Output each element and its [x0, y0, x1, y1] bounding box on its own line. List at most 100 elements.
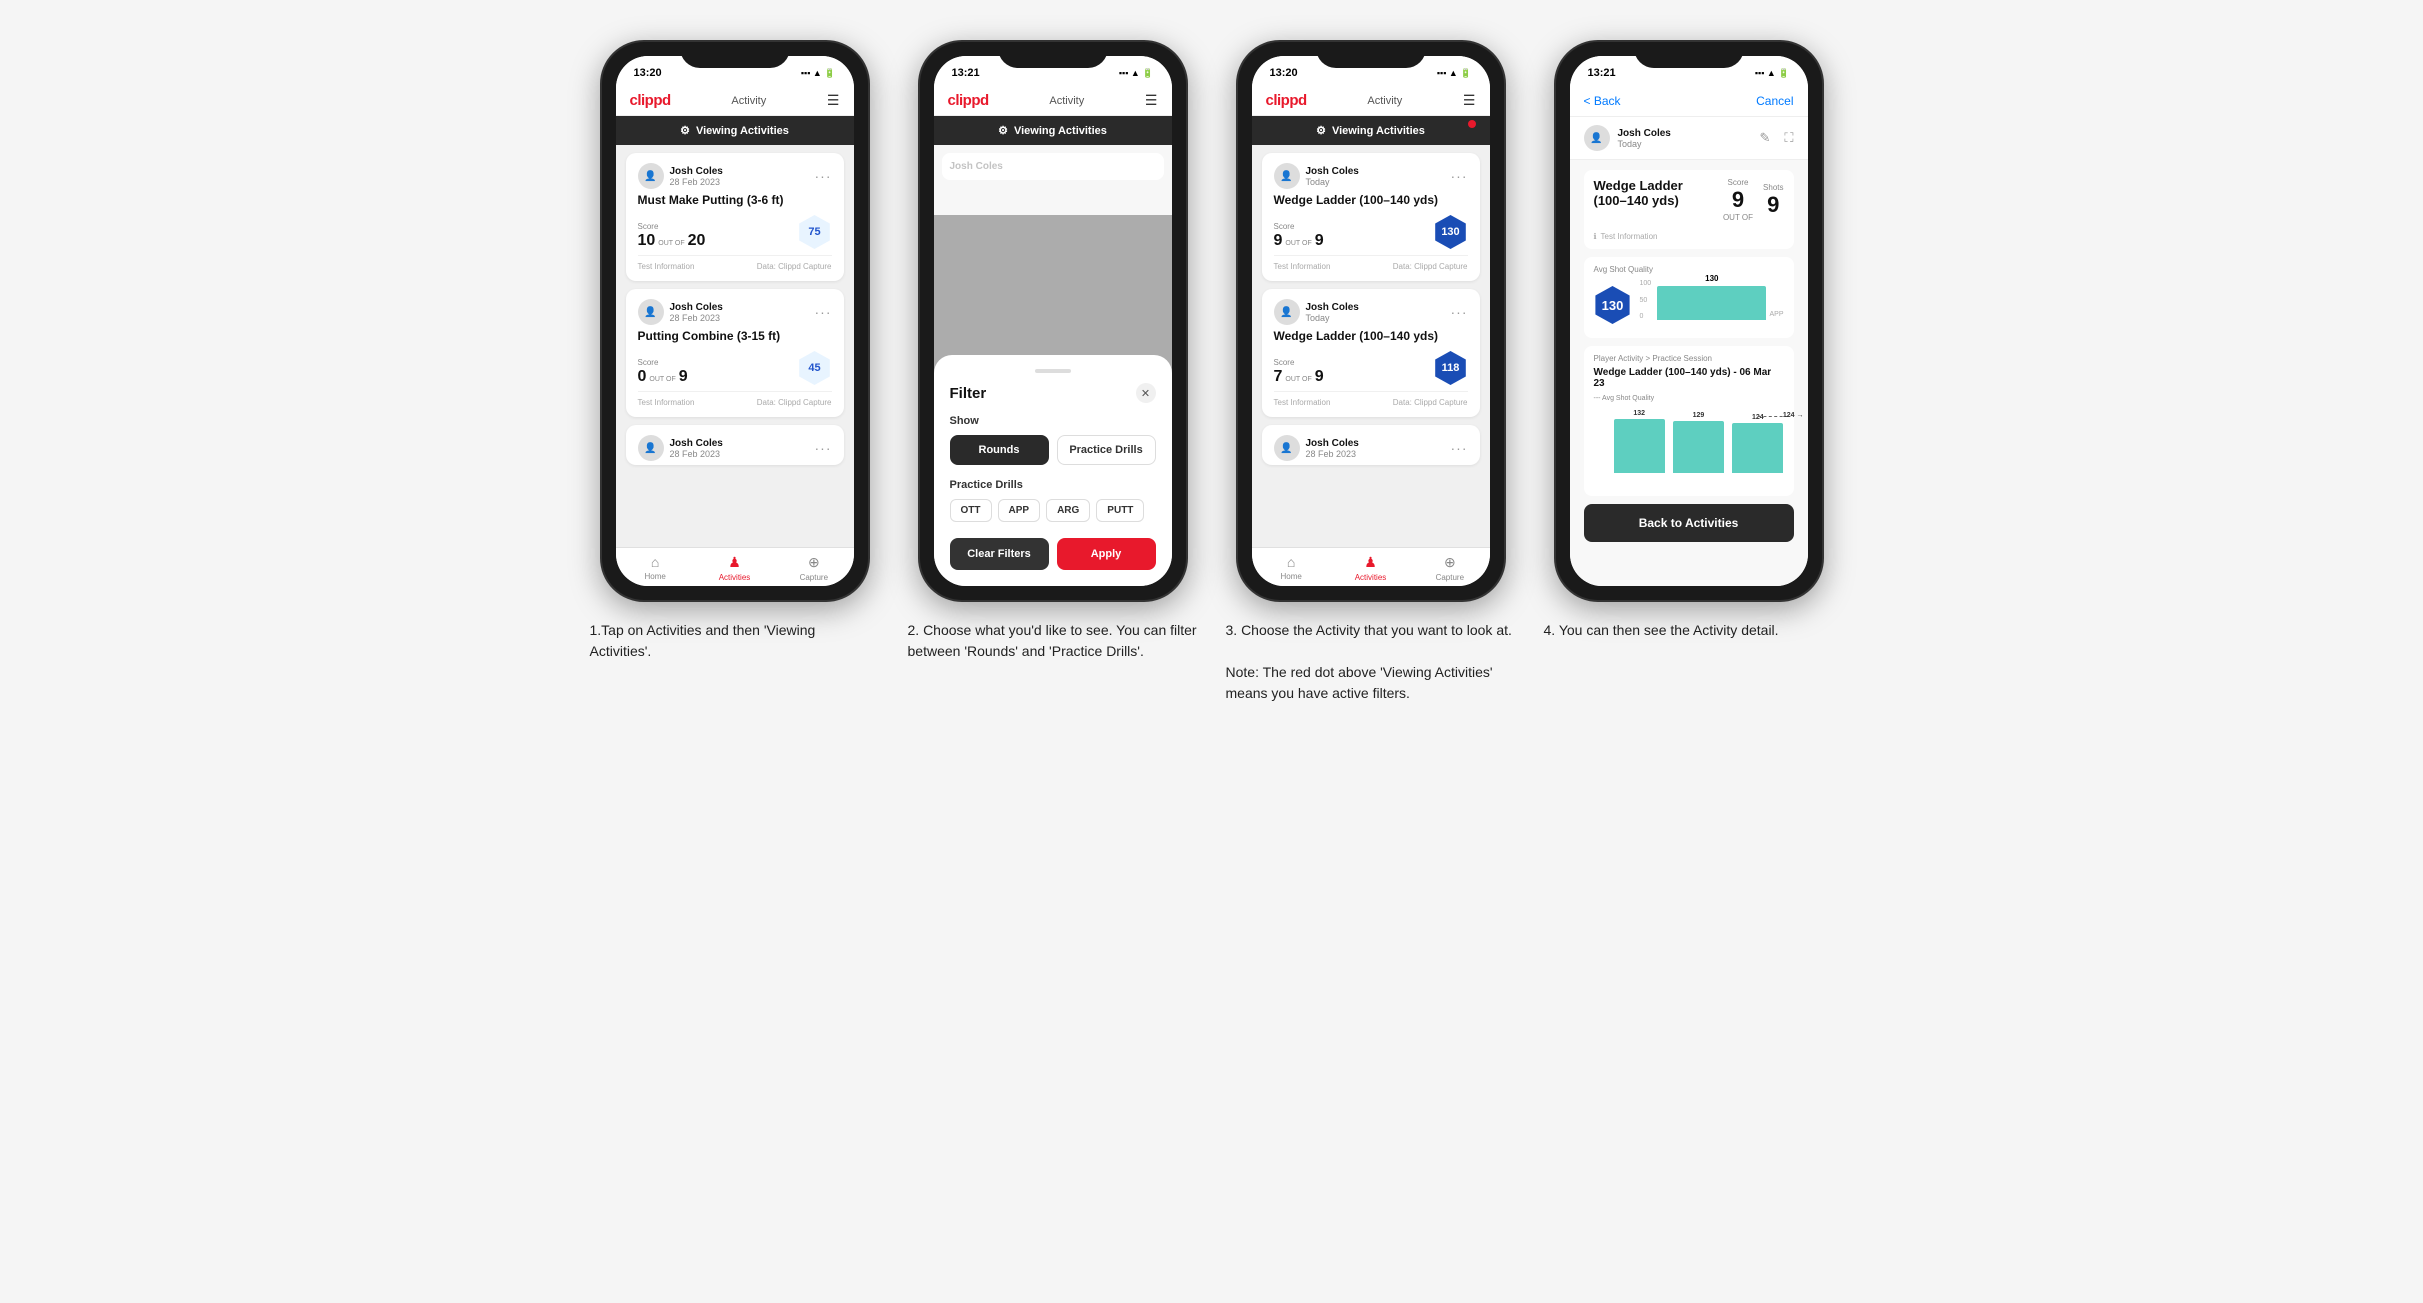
card-header-1-3: 👤 Josh Coles 28 Feb 2023 ···	[638, 435, 832, 461]
practice-drills-button[interactable]: Practice Drills	[1057, 435, 1156, 465]
filter-banner-3[interactable]: ⚙ Viewing Activities	[1252, 116, 1490, 145]
detail-user-date: Today	[1618, 139, 1752, 149]
nav-home-1[interactable]: ⌂ Home	[616, 554, 695, 582]
card-stats-1-2: Score 0 OUT OF 9 45	[638, 351, 832, 385]
aq-label: Avg Shot Quality	[1594, 265, 1784, 274]
caption-3: 3. Choose the Activity that you want to …	[1226, 620, 1516, 704]
aq-row: 130 100 50 0 130	[1594, 280, 1784, 330]
card-user-date-1-2: 28 Feb 2023	[670, 313, 815, 323]
hamburger-icon-3[interactable]: ☰	[1463, 92, 1476, 109]
aq-chart: 100 50 0 130 APP	[1640, 280, 1784, 330]
card-header-1-1: 👤 Josh Coles 28 Feb 2023 ···	[638, 163, 832, 189]
nav-capture-3[interactable]: ⊕ Capture	[1410, 554, 1489, 582]
hamburger-icon-1[interactable]: ☰	[827, 92, 840, 109]
phone-notch-1	[680, 42, 790, 68]
card-user-name-3-1: Josh Coles	[1306, 166, 1451, 177]
modal-actions: Clear Filters Apply	[950, 538, 1156, 570]
modal-close-button[interactable]: ✕	[1136, 383, 1156, 403]
card-dots-3-3[interactable]: ···	[1451, 440, 1468, 456]
edit-icon[interactable]: ✎	[1759, 130, 1770, 146]
card-dots-3-1[interactable]: ···	[1451, 168, 1468, 184]
nav-capture-1[interactable]: ⊕ Capture	[774, 554, 853, 582]
card-dots-1-2[interactable]: ···	[815, 304, 832, 320]
tag-putt[interactable]: PUTT	[1096, 499, 1144, 522]
card-user-date-1-1: 28 Feb 2023	[670, 177, 815, 187]
card-user-name-1-3: Josh Coles	[670, 438, 815, 449]
tag-ott[interactable]: OTT	[950, 499, 992, 522]
tag-arg[interactable]: ARG	[1046, 499, 1090, 522]
phone-frame-1: 13:20 ▪▪▪ ▲ 🔋 clippd Activity ☰ ⚙ Viewin…	[600, 40, 870, 602]
nav-home-3[interactable]: ⌂ Home	[1252, 554, 1331, 582]
phones-row: 13:20 ▪▪▪ ▲ 🔋 clippd Activity ☰ ⚙ Viewin…	[590, 40, 1834, 704]
nav-activities-3[interactable]: ♟ Activities	[1331, 554, 1410, 582]
caption-4: 4. You can then see the Activity detail.	[1544, 620, 1834, 641]
card-footer-1-2: Test Information Data: Clippd Capture	[638, 391, 832, 407]
score-col: Score 9 OUT OF	[1723, 178, 1753, 222]
score-stat-3-1: Score 9 OUT OF 9	[1274, 222, 1324, 249]
modal-header: Filter ✕	[950, 383, 1156, 403]
card-user-name-3-2: Josh Coles	[1306, 302, 1451, 313]
nav-activities-1[interactable]: ♟ Activities	[695, 554, 774, 582]
avatar-1-1: 👤	[638, 163, 664, 189]
card-user-date-1-3: 28 Feb 2023	[670, 449, 815, 459]
phone-col-3: 13:20 ▪▪▪ ▲ 🔋 clippd Activity ☰ ⚙ Viewin…	[1226, 40, 1516, 704]
card-user-date-3-1: Today	[1306, 177, 1451, 187]
activity-list-1: 👤 Josh Coles 28 Feb 2023 ··· Must Make P…	[616, 145, 854, 547]
activity-card-1-1[interactable]: 👤 Josh Coles 28 Feb 2023 ··· Must Make P…	[626, 153, 844, 281]
filter-banner-text-3: Viewing Activities	[1332, 125, 1425, 137]
apply-button[interactable]: Apply	[1057, 538, 1156, 570]
activities-icon-3: ♟	[1364, 554, 1377, 571]
card-dots-3-2[interactable]: ···	[1451, 304, 1468, 320]
avatar-3-1: 👤	[1274, 163, 1300, 189]
avatar-3-2: 👤	[1274, 299, 1300, 325]
app-header-1: clippd Activity ☰	[616, 86, 854, 116]
card-user-date-3-3: 28 Feb 2023	[1306, 449, 1451, 459]
show-filter-buttons: Rounds Practice Drills	[950, 435, 1156, 465]
clear-filters-button[interactable]: Clear Filters	[950, 538, 1049, 570]
bar-3	[1732, 423, 1783, 473]
rounds-button[interactable]: Rounds	[950, 435, 1049, 465]
activity-card-3-2[interactable]: 👤 Josh Coles Today ··· Wedge Ladder (100…	[1262, 289, 1480, 417]
phone-col-4: 13:21 ▪▪▪ ▲ 🔋 < Back Cancel 👤 Josh Coles…	[1544, 40, 1834, 641]
status-icons-1: ▪▪▪ ▲ 🔋	[801, 68, 836, 79]
back-to-activities-button[interactable]: Back to Activities	[1584, 504, 1794, 542]
card-dots-1-1[interactable]: ···	[815, 168, 832, 184]
card-user-date-3-2: Today	[1306, 313, 1451, 323]
activity-card-3-3[interactable]: 👤 Josh Coles 28 Feb 2023 ···	[1262, 425, 1480, 465]
tag-app[interactable]: APP	[998, 499, 1041, 522]
aq-hex: 130	[1594, 286, 1632, 324]
activities-icon-1: ♟	[728, 554, 741, 571]
back-button[interactable]: < Back	[1584, 94, 1621, 108]
filter-banner-2[interactable]: ⚙ Viewing Activities	[934, 116, 1172, 145]
activity-card-1-3[interactable]: 👤 Josh Coles 28 Feb 2023 ···	[626, 425, 844, 465]
status-time-1: 13:20	[634, 67, 662, 79]
hamburger-icon-2[interactable]: ☰	[1145, 92, 1158, 109]
card-header-1-2: 👤 Josh Coles 28 Feb 2023 ···	[638, 299, 832, 325]
filter-banner-icon-3: ⚙	[1316, 124, 1326, 137]
practice-label: Practice Drills	[950, 479, 1156, 491]
filter-banner-text-1: Viewing Activities	[696, 125, 789, 137]
phone-col-2: 13:21 ▪▪▪ ▲ 🔋 clippd Activity ☰ ⚙ Viewin…	[908, 40, 1198, 662]
activity-card-3-1[interactable]: 👤 Josh Coles Today ··· Wedge Ladder (100…	[1262, 153, 1480, 281]
sq-hex-3-2: 118	[1434, 351, 1468, 385]
card-title-3-1: Wedge Ladder (100–140 yds)	[1274, 193, 1468, 207]
app-center-3: Activity	[1367, 95, 1402, 107]
avatar-1-2: 👤	[638, 299, 664, 325]
show-label: Show	[950, 415, 1156, 427]
filter-banner-1[interactable]: ⚙ Viewing Activities	[616, 116, 854, 145]
practice-section: Player Activity > Practice Session Wedge…	[1584, 346, 1794, 496]
card-user-name-1-2: Josh Coles	[670, 302, 815, 313]
status-icons-3: ▪▪▪ ▲ 🔋	[1437, 68, 1472, 79]
phone-notch-4	[1634, 42, 1744, 68]
practice-tags: OTT APP ARG PUTT	[950, 499, 1156, 522]
avatar-1-3: 👤	[638, 435, 664, 461]
card-dots-1-3[interactable]: ···	[815, 440, 832, 456]
activity-card-1-2[interactable]: 👤 Josh Coles 28 Feb 2023 ··· Putting Com…	[626, 289, 844, 417]
card-user-info-3-1: Josh Coles Today	[1306, 166, 1451, 187]
bottom-nav-3: ⌂ Home ♟ Activities ⊕ Capture	[1252, 547, 1490, 586]
cancel-button[interactable]: Cancel	[1756, 94, 1793, 108]
phone-inner-1: 13:20 ▪▪▪ ▲ 🔋 clippd Activity ☰ ⚙ Viewin…	[616, 56, 854, 586]
detail-header: < Back Cancel	[1570, 86, 1808, 117]
card-footer-3-2: Test Information Data: Clippd Capture	[1274, 391, 1468, 407]
expand-icon[interactable]: ⛶	[1784, 130, 1793, 146]
